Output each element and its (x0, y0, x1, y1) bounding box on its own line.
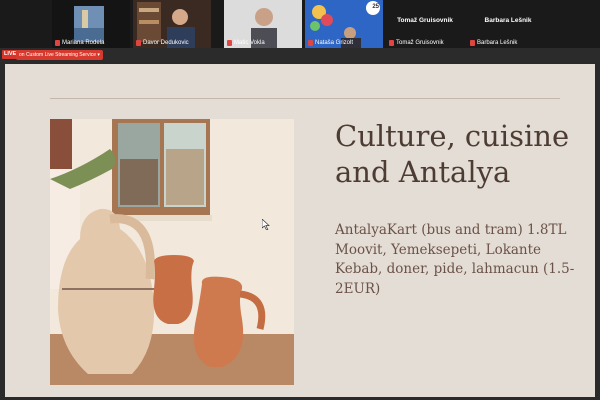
slide-body-line: Kebab, doner, pide, lahmacun (1.5- (335, 261, 575, 278)
pottery-photo (50, 119, 294, 385)
slide-body-line: 2EUR) (335, 280, 381, 297)
participant-tile[interactable]: Matic Vokla (224, 0, 302, 48)
slide-title-line: Culture, cuisine (335, 119, 570, 153)
mic-muted-icon (136, 40, 141, 46)
participant-display-name: Tomaž Gruisovnik (397, 17, 453, 24)
presentation-slide: Culture, cuisine and Antalya AntalyaKart… (5, 64, 595, 397)
participant-name: Mariana Rodela (62, 40, 105, 46)
slide-title: Culture, cuisine and Antalya (335, 119, 585, 191)
live-streaming-dropdown[interactable]: on Custom Live Streaming Service ▾ (16, 50, 103, 60)
live-bar: LIVE on Custom Live Streaming Service ▾ (0, 48, 600, 62)
participant-name: Davor Dedukovic (143, 40, 189, 46)
mouse-pointer-icon (262, 219, 270, 230)
mic-muted-icon (227, 40, 232, 46)
mic-muted-icon (308, 40, 313, 46)
clock-badge: 25 (372, 4, 379, 10)
participant-name: Matic Vokla (234, 40, 265, 46)
live-streaming-label: on Custom Live Streaming Service (19, 52, 96, 58)
mic-muted-icon (470, 40, 475, 46)
participant-tile[interactable]: Davor Dedukovic (133, 0, 211, 48)
participant-name: Tomaž Gruisovnik (396, 40, 444, 46)
chevron-down-icon: ▾ (97, 52, 100, 58)
participant-name: Nataša Grizolt (315, 40, 354, 46)
slide-body-line: Moovit, Yemeksepeti, Lokante (335, 241, 542, 258)
participant-name: Barbara Lešnik (477, 40, 518, 46)
mic-muted-icon (55, 40, 60, 46)
participant-strip: Mariana Rodela Davor Dedukovic Matic Vok… (0, 0, 600, 48)
slide-title-line: and Antalya (335, 154, 511, 189)
participant-tile[interactable]: 25 Nataša Grizolt (305, 0, 383, 48)
shared-screen: Culture, cuisine and Antalya AntalyaKart… (0, 62, 600, 400)
participant-tile[interactable]: Barbara Lešnik Barbara Lešnik (467, 0, 549, 48)
participant-tile[interactable]: Tomaž Gruisovnik Tomaž Gruisovnik (386, 0, 464, 48)
slide-photo (50, 119, 294, 385)
participant-display-name: Barbara Lešnik (484, 17, 532, 24)
slide-body: AntalyaKart (bus and tram) 1.8TL Moovit,… (335, 221, 580, 299)
participant-tile[interactable]: Mariana Rodela (52, 0, 130, 48)
slide-divider (50, 98, 560, 99)
mic-muted-icon (389, 40, 394, 46)
slide-body-line: AntalyaKart (bus and tram) 1.8TL (335, 222, 567, 238)
